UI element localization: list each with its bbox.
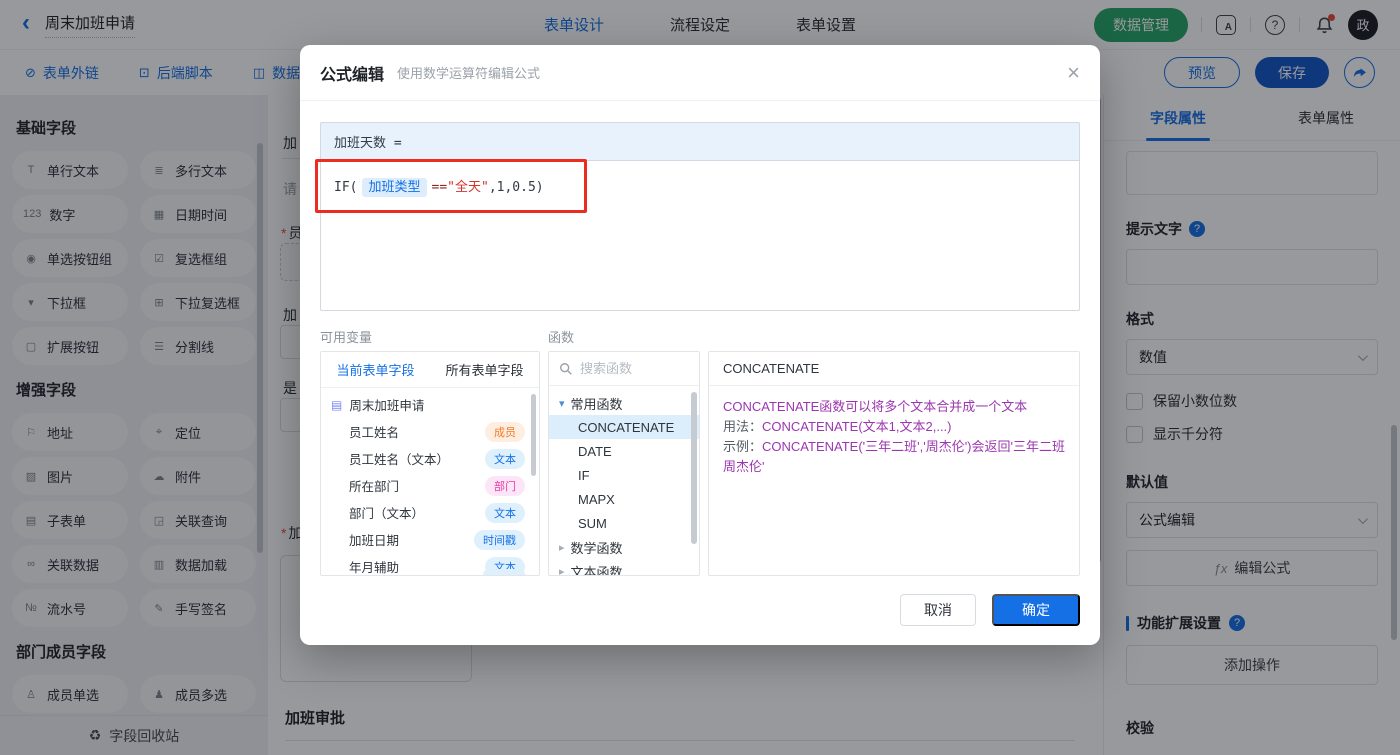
variable-type-tag: 时间戳 xyxy=(474,529,525,550)
description-label-spacer xyxy=(708,327,1080,342)
variable-row[interactable]: 所在部门 部门 xyxy=(321,472,539,499)
functions-box: ▾ 常用函数 CONCATENATE DATE IF MAPX SUM ▸ 数学… xyxy=(548,351,700,576)
function-search-input[interactable] xyxy=(580,361,680,376)
form-doc-icon: ▤ xyxy=(331,397,343,412)
modal-body: 加班天数 = IF( 加班类型 =="全天",1,0.5) 可用变量 当前表单字段 … xyxy=(300,122,1100,626)
modal-header: 公式编辑 使用数学运算符编辑公式 × xyxy=(300,45,1100,101)
group-label: 文本函数 xyxy=(570,564,623,576)
caret-right-icon: ▸ xyxy=(559,541,565,554)
function-group-math[interactable]: ▸ 数学函数 xyxy=(549,535,699,559)
variable-name: 加班日期 xyxy=(349,534,400,548)
function-list: ▾ 常用函数 CONCATENATE DATE IF MAPX SUM ▸ 数学… xyxy=(549,386,699,576)
formula-editor-modal: 公式编辑 使用数学运算符编辑公式 × 加班天数 = IF( 加班类型 =="全天",… xyxy=(300,45,1100,645)
function-group-text[interactable]: ▸ 文本函数 xyxy=(549,559,699,576)
usage-prefix: 用法： xyxy=(723,419,763,434)
variable-row[interactable]: 员工姓名 成员 xyxy=(321,418,539,445)
function-name-header: CONCATENATE xyxy=(709,352,1079,386)
variables-label: 可用变量 xyxy=(320,330,373,345)
usage-text: CONCATENATE(文本1,文本2,...) xyxy=(762,419,952,434)
variable-row[interactable]: 员工姓名（文本） 文本 xyxy=(321,445,539,472)
confirm-button[interactable]: 确定 xyxy=(992,594,1080,626)
example-prefix: 示例： xyxy=(723,439,763,454)
modal-subtitle: 使用数学运算符编辑公式 xyxy=(397,66,541,81)
close-icon[interactable]: × xyxy=(1067,61,1080,84)
function-item-if[interactable]: IF xyxy=(549,463,699,487)
example-text: CONCATENATE('三年二班','周杰伦')会返回'三年二班周杰伦' xyxy=(723,439,1065,474)
formula-string: "全天" xyxy=(447,180,489,195)
function-item-sum[interactable]: SUM xyxy=(549,511,699,535)
tree-root-name: 周末加班申请 xyxy=(349,399,425,413)
formula-code-area[interactable]: IF( 加班类型 =="全天",1,0.5) xyxy=(321,161,1079,310)
variable-type-tag: 部门 xyxy=(485,475,525,496)
formula-operator: == xyxy=(431,180,448,195)
tab-current-form-fields[interactable]: 当前表单字段 xyxy=(321,352,430,387)
app-root: ‹ 周末加班申请 表单设计 流程设定 表单设置 数据管理 A ? 政 ⊘ 表单外… xyxy=(0,0,1400,755)
functions-scrollbar[interactable] xyxy=(691,392,697,544)
function-description-body: CONCATENATE函数可以将多个文本合并成一个文本 用法：CONCATENA… xyxy=(709,386,1079,488)
formula-editor: 加班天数 = IF( 加班类型 =="全天",1,0.5) xyxy=(320,122,1080,311)
variable-name: 员工姓名 xyxy=(349,426,400,440)
variables-column: 可用变量 当前表单字段 所有表单字段 ▤ 周末加班申请 员工姓名 成员 员工姓名… xyxy=(320,327,540,576)
variables-tabs: 当前表单字段 所有表单字段 xyxy=(321,352,539,388)
variable-name: 年月辅助 xyxy=(349,561,400,575)
variables-tree: ▤ 周末加班申请 员工姓名 成员 员工姓名（文本） 文本 所在部门 部门 部门（… xyxy=(321,388,539,575)
function-description-box: CONCATENATE CONCATENATE函数可以将多个文本合并成一个文本 … xyxy=(708,351,1080,576)
function-group-common[interactable]: ▾ 常用函数 xyxy=(549,391,699,415)
tab-all-form-fields[interactable]: 所有表单字段 xyxy=(430,352,539,387)
formula-target: 加班天数 = xyxy=(321,123,1079,161)
formula-variable-chip[interactable]: 加班类型 xyxy=(362,178,427,197)
group-label: 数学函数 xyxy=(570,540,623,556)
modal-middle-row: 可用变量 当前表单字段 所有表单字段 ▤ 周末加班申请 员工姓名 成员 员工姓名… xyxy=(320,327,1080,576)
variable-name: 所在部门 xyxy=(349,480,400,494)
variable-type-tag: 文本 xyxy=(485,448,525,469)
variable-row[interactable]: 部门（文本） 文本 xyxy=(321,499,539,526)
variables-box: 当前表单字段 所有表单字段 ▤ 周末加班申请 员工姓名 成员 员工姓名（文本） … xyxy=(320,351,540,576)
description-line: CONCATENATE函数可以将多个文本合并成一个文本 xyxy=(723,399,1028,414)
variable-name: 员工姓名（文本） xyxy=(349,453,450,467)
functions-column: 函数 ▾ 常用函数 CO xyxy=(548,327,700,576)
function-item-mapx[interactable]: MAPX xyxy=(549,487,699,511)
variable-type-tag: 成员 xyxy=(485,421,525,442)
functions-label: 函数 xyxy=(548,330,575,345)
formula-fn: IF( xyxy=(334,180,358,195)
example-line: 示例：CONCATENATE('三年二班','周杰伦')会返回'三年二班周杰伦' xyxy=(723,437,1065,477)
usage-line: 用法：CONCATENATE(文本1,文本2,...) xyxy=(723,417,1065,437)
clipped-tag xyxy=(483,569,525,575)
formula-rest: ,1,0.5) xyxy=(488,180,544,195)
function-item-date[interactable]: DATE xyxy=(549,439,699,463)
tree-root-form[interactable]: ▤ 周末加班申请 xyxy=(321,391,539,418)
search-icon xyxy=(560,362,572,375)
variable-name: 部门（文本） xyxy=(349,507,425,521)
description-column: CONCATENATE CONCATENATE函数可以将多个文本合并成一个文本 … xyxy=(708,327,1080,576)
caret-down-icon: ▾ xyxy=(559,397,565,410)
function-search[interactable] xyxy=(549,352,699,386)
cancel-button[interactable]: 取消 xyxy=(900,594,976,626)
modal-title: 公式编辑 xyxy=(320,66,385,84)
group-label: 常用函数 xyxy=(570,396,623,412)
variable-row[interactable]: 加班日期 时间戳 xyxy=(321,526,539,553)
caret-right-icon: ▸ xyxy=(559,565,565,576)
modal-footer: 取消 确定 xyxy=(320,594,1080,626)
variables-scrollbar[interactable] xyxy=(531,394,536,476)
variable-type-tag: 文本 xyxy=(485,502,525,523)
function-item-concatenate[interactable]: CONCATENATE xyxy=(549,415,699,439)
